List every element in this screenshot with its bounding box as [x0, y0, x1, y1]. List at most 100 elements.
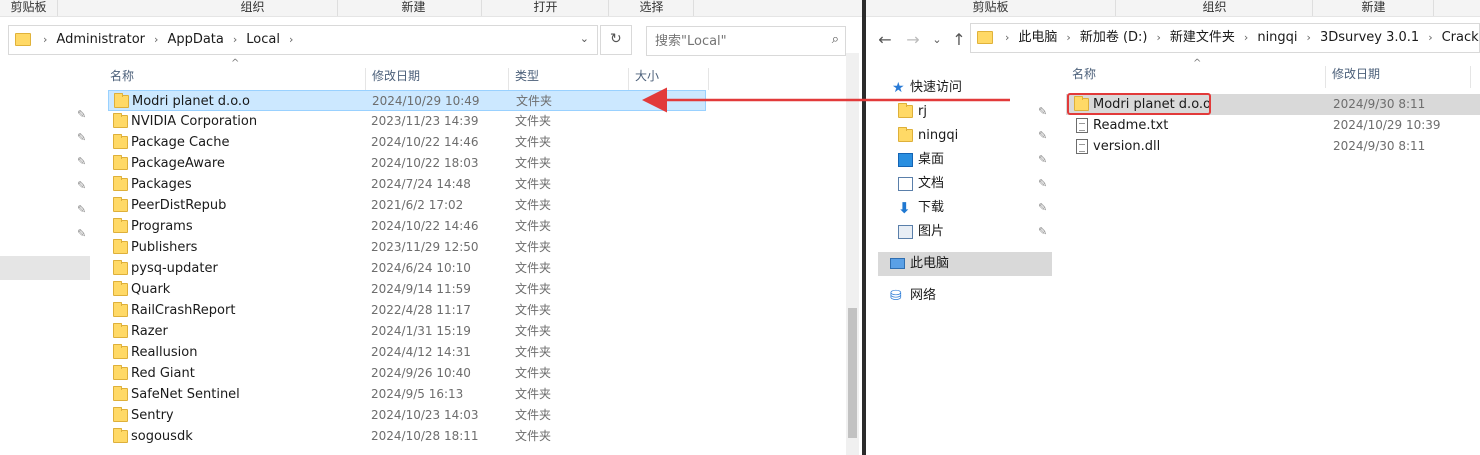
file-date: 2023/11/23 14:39: [371, 114, 479, 128]
breadcrumb-separator-icon[interactable]: ›: [148, 26, 164, 54]
file-type: 文件夹: [515, 408, 552, 422]
breadcrumb-item[interactable]: AppData: [164, 26, 226, 54]
nav-item-3[interactable]: 文档 ✎: [898, 173, 1050, 195]
pin-icon: ✎: [77, 155, 87, 168]
nav-item-4[interactable]: ⬇ 下载 ✎: [898, 197, 1050, 219]
file-row[interactable]: pysq-updater 2024/6/24 10:10 文件夹: [108, 258, 706, 279]
breadcrumb-separator-icon[interactable]: ›: [1151, 24, 1167, 52]
file-row[interactable]: Sentry 2024/10/23 14:03 文件夹: [108, 405, 706, 426]
column-header-date[interactable]: 修改日期: [366, 68, 509, 90]
desktop-icon: [898, 153, 913, 167]
breadcrumb-separator-icon[interactable]: ›: [1422, 24, 1438, 52]
nav-item-5[interactable]: 图片 ✎: [898, 221, 1050, 243]
ribbon-group-1[interactable]: 组织: [1117, 0, 1313, 16]
breadcrumb-item[interactable]: 新加卷 (D:): [1077, 24, 1151, 52]
folder-icon: [113, 155, 128, 170]
file-row[interactable]: SafeNet Sentinel 2024/9/5 16:13 文件夹: [108, 384, 706, 405]
file-row[interactable]: Package Cache 2024/10/22 14:46 文件夹: [108, 132, 706, 153]
file-name: Programs: [131, 219, 193, 234]
file-type: 文件夹: [515, 219, 552, 233]
back-button[interactable]: ←: [874, 30, 896, 50]
pin-icon: ✎: [77, 179, 87, 192]
chevron-down-icon[interactable]: ⌄: [580, 32, 589, 45]
ribbon-group-2[interactable]: 新建: [346, 0, 482, 16]
scrollbar-thumb[interactable]: [848, 308, 857, 438]
ribbon-group-3[interactable]: 打开: [483, 0, 609, 16]
file-name: version.dll: [1093, 139, 1161, 154]
breadcrumb-item[interactable]: ningqi: [1254, 24, 1300, 52]
ribbon-group-1[interactable]: 组织: [168, 0, 338, 16]
breadcrumb-item[interactable]: 新建文件夹: [1167, 24, 1238, 52]
file-row[interactable]: RailCrashReport 2022/4/28 11:17 文件夹: [108, 300, 706, 321]
file-row[interactable]: Reallusion 2024/4/12 14:31 文件夹: [108, 342, 706, 363]
folder-icon: [113, 134, 128, 149]
forward-button[interactable]: →: [902, 30, 924, 50]
file-row[interactable]: Modri planet d.o.o 2024/10/29 10:49 文件夹: [108, 90, 706, 111]
breadcrumb-item[interactable]: 3Dsurvey 3.0.1: [1317, 24, 1422, 52]
document-icon: [898, 177, 913, 191]
file-type: 文件夹: [515, 387, 552, 401]
breadcrumb-separator-icon[interactable]: ›: [283, 26, 299, 54]
file-name: pysq-updater: [131, 261, 218, 276]
file-row[interactable]: PackageAware 2024/10/22 18:03 文件夹: [108, 153, 706, 174]
file-type: 文件夹: [515, 303, 552, 317]
nav-item-1[interactable]: ningqi ✎: [898, 125, 1050, 147]
breadcrumb-separator-icon[interactable]: ›: [1301, 24, 1317, 52]
search-box[interactable]: ⌕: [646, 26, 846, 56]
file-date: 2024/7/24 14:48: [371, 177, 471, 191]
up-button[interactable]: ↑: [948, 30, 970, 50]
file-name: Publishers: [131, 240, 198, 255]
breadcrumb-item[interactable]: Administrator: [53, 26, 148, 54]
nav-item-0[interactable]: rj ✎: [898, 101, 1050, 123]
file-row[interactable]: Packages 2024/7/24 14:48 文件夹: [108, 174, 706, 195]
ribbon-group-0[interactable]: 剪贴板: [0, 0, 58, 16]
file-row[interactable]: sogousdk 2024/10/28 18:11 文件夹: [108, 426, 706, 447]
download-icon: ⬇: [898, 199, 911, 217]
ribbon-group-0[interactable]: 剪贴板: [866, 0, 1116, 16]
column-header-type[interactable]: 类型: [509, 68, 629, 90]
breadcrumb-item[interactable]: Crack: [1439, 24, 1480, 52]
file-type: 文件夹: [515, 240, 552, 254]
right-address-bar[interactable]: › 此电脑 › 新加卷 (D:) › 新建文件夹 › ningqi › 3Dsurvey 3.0.…: [970, 23, 1480, 53]
file-row[interactable]: NVIDIA Corporation 2023/11/23 14:39 文件夹: [108, 111, 706, 132]
file-name: PeerDistRepub: [131, 198, 227, 213]
column-header-name[interactable]: 名称: [104, 68, 366, 90]
search-icon[interactable]: ⌕: [832, 32, 839, 47]
left-nav-selected-item[interactable]: [0, 256, 90, 280]
nav-label: 桌面: [918, 152, 945, 167]
left-breadcrumb: › Administrator › AppData › Local ›: [37, 26, 299, 54]
file-row[interactable]: version.dll 2024/9/30 8:11: [1066, 136, 1480, 157]
recent-locations-icon[interactable]: ⌄: [926, 30, 948, 50]
breadcrumb-separator-icon[interactable]: ›: [999, 24, 1015, 52]
file-row[interactable]: Readme.txt 2024/10/29 10:39: [1066, 115, 1480, 136]
ribbon-group-4[interactable]: 选择: [610, 0, 694, 16]
refresh-button[interactable]: ↻: [600, 25, 632, 55]
file-date: 2023/11/29 12:50: [371, 240, 479, 254]
breadcrumb-separator-icon[interactable]: ›: [1060, 24, 1076, 52]
left-address-bar[interactable]: › Administrator › AppData › Local › ⌄: [8, 25, 598, 55]
breadcrumb-item[interactable]: Local: [243, 26, 283, 54]
pin-icon: ✎: [77, 227, 87, 240]
column-header-date[interactable]: 修改日期: [1326, 66, 1471, 88]
file-type: 文件夹: [516, 94, 553, 108]
folder-icon: [113, 260, 128, 275]
breadcrumb-item[interactable]: 此电脑: [1015, 24, 1060, 52]
file-row[interactable]: Programs 2024/10/22 14:46 文件夹: [108, 216, 706, 237]
breadcrumb-separator-icon[interactable]: ›: [1238, 24, 1254, 52]
ribbon-group-2[interactable]: 新建: [1314, 0, 1434, 16]
file-date: 2024/10/29 10:39: [1333, 118, 1441, 132]
column-header-name[interactable]: 名称: [1066, 66, 1326, 88]
file-row[interactable]: PeerDistRepub 2021/6/2 17:02 文件夹: [108, 195, 706, 216]
file-row[interactable]: Quark 2024/9/14 11:59 文件夹: [108, 279, 706, 300]
nav-item-2[interactable]: 桌面 ✎: [898, 149, 1050, 171]
pin-icon: ✎: [77, 203, 87, 216]
left-vertical-scrollbar[interactable]: [846, 53, 859, 455]
column-header-size[interactable]: 大小: [629, 68, 709, 90]
breadcrumb-separator-icon[interactable]: ›: [227, 26, 243, 54]
breadcrumb-separator-icon[interactable]: ›: [37, 26, 53, 54]
file-row[interactable]: Publishers 2023/11/29 12:50 文件夹: [108, 237, 706, 258]
search-input[interactable]: [655, 28, 815, 54]
file-row[interactable]: Razer 2024/1/31 15:19 文件夹: [108, 321, 706, 342]
folder-icon: [113, 176, 128, 191]
file-row[interactable]: Red Giant 2024/9/26 10:40 文件夹: [108, 363, 706, 384]
